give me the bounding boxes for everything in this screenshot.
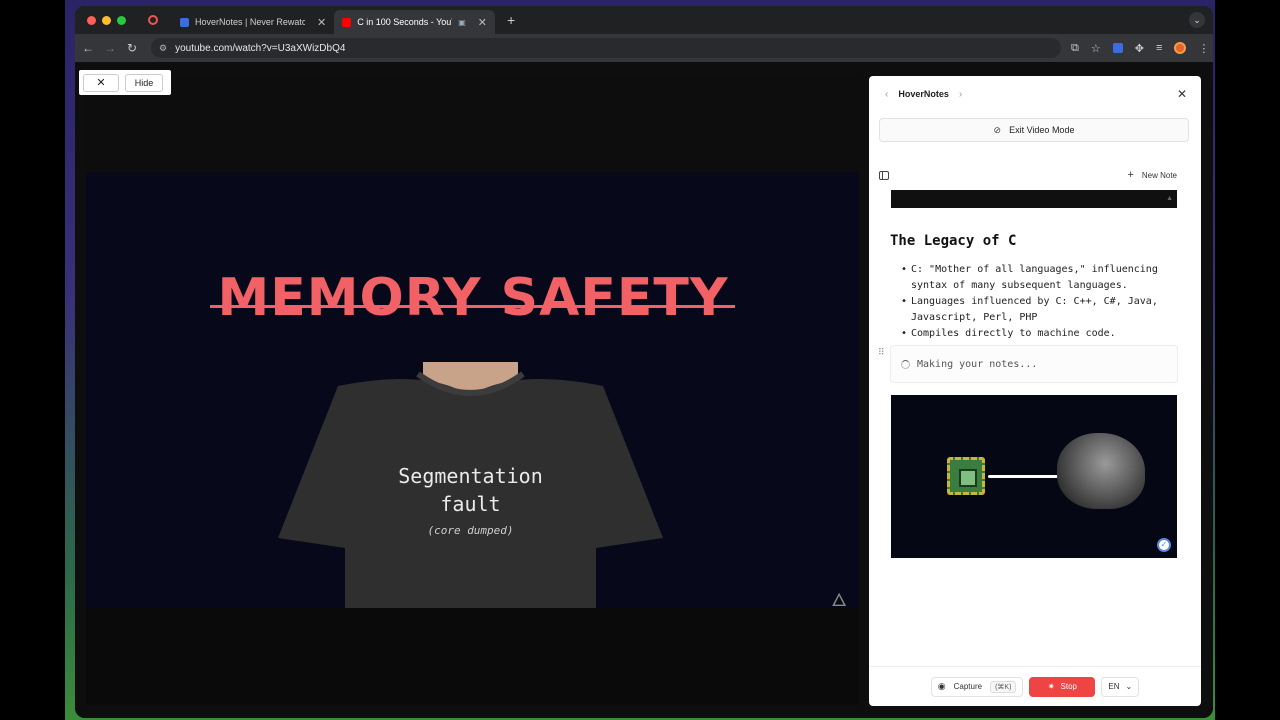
recording-icon[interactable] bbox=[148, 15, 158, 25]
chevron-right-icon[interactable]: › bbox=[959, 89, 962, 100]
window-controls bbox=[87, 15, 126, 25]
hide-button[interactable]: Hide bbox=[125, 73, 163, 92]
panel-footer: ◉ Capture (⌘K) ✷ Stop EN ⌄ bbox=[869, 666, 1201, 706]
close-overlay-button[interactable]: ✕ bbox=[83, 73, 119, 92]
new-note-button[interactable]: + New Note bbox=[1127, 169, 1191, 181]
note-section-title: The Legacy of C bbox=[890, 233, 1017, 249]
browser-toolbar: ← → ↻ ⚙ youtube.com/watch?v=U3aXWizDbQ4 … bbox=[75, 34, 1213, 62]
video-player[interactable]: MEMORY SAFETY Segmentation fault (core d… bbox=[86, 77, 859, 705]
shirt-line-3: (core dumped) bbox=[427, 524, 514, 537]
exit-video-mode-button[interactable]: ⊘ Exit Video Mode bbox=[879, 118, 1189, 142]
profile-avatar[interactable] bbox=[1174, 42, 1187, 54]
tab-close-icon[interactable]: ✕ bbox=[478, 16, 487, 29]
sparkle-icon: ✷ bbox=[1047, 682, 1055, 691]
back-button[interactable]: ← bbox=[77, 41, 99, 55]
list-item: Compiles directly to machine code. bbox=[901, 326, 1181, 342]
panel-toolbar: + New Note bbox=[869, 166, 1201, 184]
tab-hovernotes[interactable]: HoverNotes | Never Rewatch ✕ bbox=[172, 10, 334, 34]
note-generation-status: Making your notes... bbox=[890, 345, 1178, 383]
language-select[interactable]: EN ⌄ bbox=[1101, 676, 1140, 697]
video-heading: MEMORY SAFETY bbox=[217, 268, 729, 328]
page-content: MEMORY SAFETY Segmentation fault (core d… bbox=[75, 62, 1213, 718]
forward-button[interactable]: → bbox=[99, 41, 121, 55]
drag-handle-icon[interactable]: ⠿ bbox=[878, 347, 885, 358]
language-value: EN bbox=[1108, 682, 1120, 691]
url-text: youtube.com/watch?v=U3aXWizDbQ4 bbox=[175, 42, 346, 54]
browser-menu-icon[interactable]: ⋮ bbox=[1198, 42, 1209, 55]
tab-close-icon[interactable]: ✕ bbox=[317, 16, 326, 29]
new-tab-button[interactable]: + bbox=[507, 12, 515, 28]
cpu-chip-image bbox=[947, 457, 985, 495]
monkey-image bbox=[1057, 433, 1145, 509]
tab-title: C in 100 Seconds - YouTube bbox=[357, 17, 452, 27]
image-badge-icon: ▲ bbox=[1166, 195, 1173, 202]
note-bullet-list: C: "Mother of all languages," influencin… bbox=[901, 262, 1181, 342]
list-item: Languages influenced by C: C++, C#, Java… bbox=[901, 294, 1181, 326]
loading-spinner-icon bbox=[901, 359, 910, 369]
video-top-letterbox bbox=[86, 77, 859, 172]
panel-header: ‹ HoverNotes › bbox=[869, 76, 1201, 112]
toolbar-icons: ⧉ ☆ ✥ ≡ ⋮ bbox=[1071, 42, 1209, 55]
extensions-puzzle-icon[interactable]: ✥ bbox=[1135, 42, 1144, 55]
shirt-line-2: fault bbox=[440, 492, 501, 516]
maximize-window-button[interactable] bbox=[117, 15, 126, 25]
new-note-label: New Note bbox=[1141, 170, 1177, 180]
close-icon[interactable]: ✕ bbox=[1177, 87, 1187, 101]
chevron-down-icon: ⌄ bbox=[1125, 682, 1133, 691]
picture-in-picture-icon: ▣ bbox=[458, 17, 466, 27]
status-text: Making your notes... bbox=[917, 358, 1038, 370]
video-frame[interactable]: MEMORY SAFETY Segmentation fault (core d… bbox=[86, 172, 859, 610]
video-overlay-controls: ✕ Hide bbox=[79, 70, 171, 95]
youtube-favicon-icon bbox=[342, 17, 352, 27]
letterbox-left bbox=[0, 0, 65, 720]
tab-bar: HoverNotes | Never Rewatch ✕ C in 100 Se… bbox=[75, 6, 1213, 34]
minimize-window-button[interactable] bbox=[102, 15, 111, 25]
stop-button[interactable]: ✷ Stop bbox=[1029, 676, 1096, 697]
cast-icon[interactable]: ⧉ bbox=[1071, 42, 1079, 55]
video-bottom-letterbox bbox=[86, 608, 859, 705]
hovernotes-favicon-icon bbox=[180, 17, 189, 27]
shirt-line-1: Segmentation bbox=[398, 464, 543, 488]
check-badge-icon[interactable]: ✓ bbox=[1157, 538, 1171, 552]
tab-youtube[interactable]: C in 100 Seconds - YouTube ▣ ✕ bbox=[334, 10, 495, 34]
capture-button[interactable]: ◉ Capture (⌘K) bbox=[930, 676, 1024, 697]
plus-icon: + bbox=[1127, 169, 1134, 181]
capture-shortcut: (⌘K) bbox=[990, 680, 1017, 693]
video-off-icon: ⊘ bbox=[993, 124, 1002, 135]
site-settings-icon[interactable]: ⚙ bbox=[159, 43, 167, 54]
sidebar-toggle-icon[interactable] bbox=[879, 170, 889, 180]
letterbox-right bbox=[1215, 0, 1280, 720]
shirt-text: Segmentation fault (core dumped) bbox=[278, 462, 663, 537]
chevron-left-icon[interactable]: ‹ bbox=[885, 89, 888, 100]
bookmark-star-icon[interactable]: ☆ bbox=[1091, 42, 1101, 55]
panel-brand: HoverNotes bbox=[898, 89, 949, 99]
exit-video-mode-label: Exit Video Mode bbox=[1009, 125, 1075, 135]
camera-icon: ◉ bbox=[937, 681, 946, 691]
stop-label: Stop bbox=[1060, 682, 1077, 691]
light-beam-image bbox=[988, 475, 1058, 478]
tab-search-button[interactable]: ⌄ bbox=[1189, 12, 1205, 28]
list-item: C: "Mother of all languages," influencin… bbox=[901, 262, 1181, 294]
address-bar[interactable]: ⚙ youtube.com/watch?v=U3aXWizDbQ4 bbox=[151, 38, 1061, 58]
browser-window: HoverNotes | Never Rewatch ✕ C in 100 Se… bbox=[75, 6, 1213, 718]
tab-title: HoverNotes | Never Rewatch bbox=[195, 17, 305, 27]
capture-label: Capture bbox=[953, 682, 983, 691]
strikethrough-line bbox=[210, 305, 735, 308]
hovernotes-panel: ‹ HoverNotes › ✕ ⊘ Exit Video Mode + New… bbox=[869, 76, 1201, 706]
media-controls-icon[interactable]: ≡ bbox=[1156, 42, 1162, 54]
previous-capture-image: ▲ bbox=[891, 190, 1177, 208]
reload-button[interactable]: ↻ bbox=[121, 41, 143, 55]
close-window-button[interactable] bbox=[87, 15, 96, 25]
captured-frame-image: ✓ bbox=[891, 395, 1177, 558]
hovernotes-extension-icon[interactable] bbox=[1112, 43, 1123, 53]
